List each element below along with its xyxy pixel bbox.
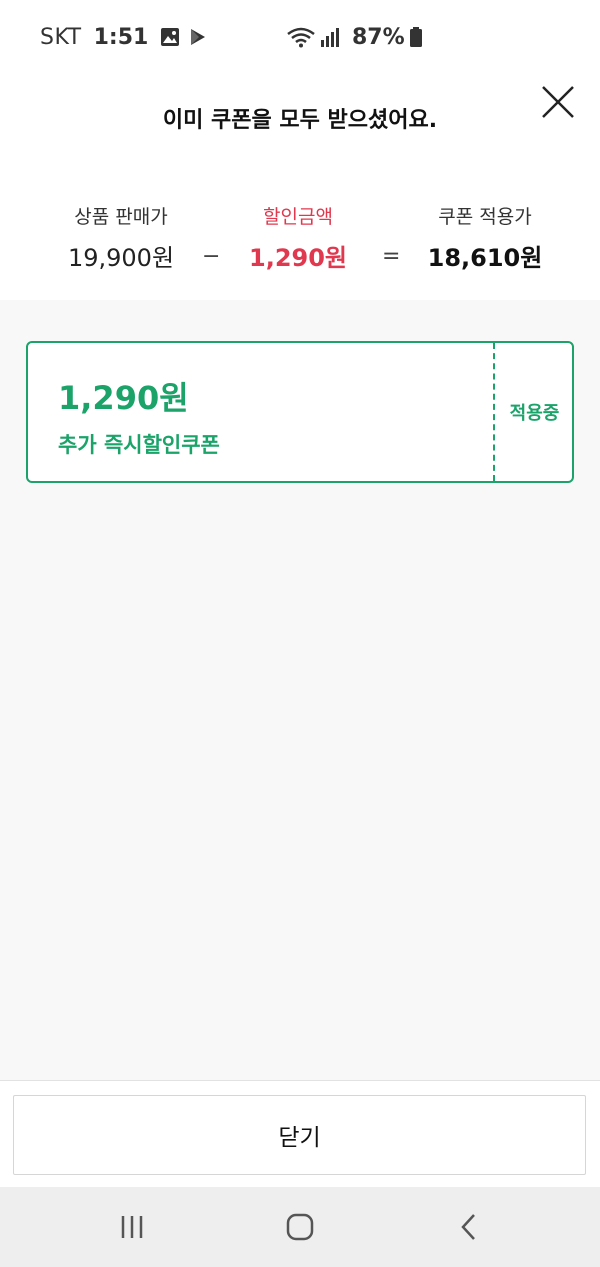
footer: 닫기 — [0, 1081, 600, 1187]
recent-apps-icon — [121, 1216, 143, 1238]
notification-icons — [160, 27, 208, 47]
coupon-card[interactable]: 1,290원 추가 즉시할인쿠폰 적용중 — [26, 341, 574, 483]
discount-label: 할인금액 — [263, 206, 333, 228]
final-price: 쿠폰 적용가 18,610원 — [410, 202, 560, 273]
battery-percent: 87% — [352, 24, 405, 50]
status-bar: SKT 1:51 87% — [0, 0, 600, 74]
signal-icon — [321, 28, 339, 47]
coupon-amount: 1,290원 — [58, 379, 189, 417]
original-price: 상품 판매가 19,900원 — [48, 202, 194, 273]
wifi-icon — [287, 27, 315, 48]
original-price-value: 19,900원 — [67, 244, 175, 272]
original-price-label: 상품 판매가 — [74, 206, 168, 228]
price-summary: 상품 판매가 19,900원 − 할인금액 1,290원 = 쿠폰 적용가 18… — [0, 184, 600, 300]
coupon-status: 적용중 — [509, 403, 560, 424]
final-price-value: 18,610원 — [427, 244, 543, 272]
home-button[interactable] — [280, 1209, 320, 1245]
carrier-label: SKT — [40, 24, 82, 50]
sheet-header: 이미 쿠폰을 모두 받으셨어요. — [0, 74, 600, 184]
dismiss-button[interactable]: 닫기 — [13, 1095, 586, 1175]
coupon-name: 추가 즉시할인쿠폰 — [58, 433, 220, 457]
play-store-icon — [191, 29, 206, 45]
home-icon — [286, 1213, 314, 1241]
discount-amount: 할인금액 1,290원 — [232, 202, 364, 273]
final-price-label: 쿠폰 적용가 — [438, 206, 532, 228]
sheet-title: 이미 쿠폰을 모두 받으셨어요. — [162, 108, 438, 133]
equals-sign: = — [382, 244, 401, 269]
clock: 1:51 — [93, 24, 149, 50]
navigation-bar — [0, 1187, 600, 1267]
recent-apps-button[interactable] — [112, 1209, 152, 1245]
close-icon — [542, 86, 574, 118]
close-button[interactable] — [538, 82, 578, 122]
discount-value: 1,290원 — [249, 244, 347, 272]
system-icons: 87% — [286, 0, 423, 74]
battery-icon — [409, 27, 422, 47]
gallery-icon — [161, 28, 180, 46]
back-icon — [461, 1214, 475, 1240]
minus-sign: − — [202, 244, 221, 269]
back-button[interactable] — [450, 1209, 490, 1245]
screen: SKT 1:51 87% 이미 쿠폰을 모두 받으셨어요. 상품 판매가 19,… — [0, 0, 600, 1267]
